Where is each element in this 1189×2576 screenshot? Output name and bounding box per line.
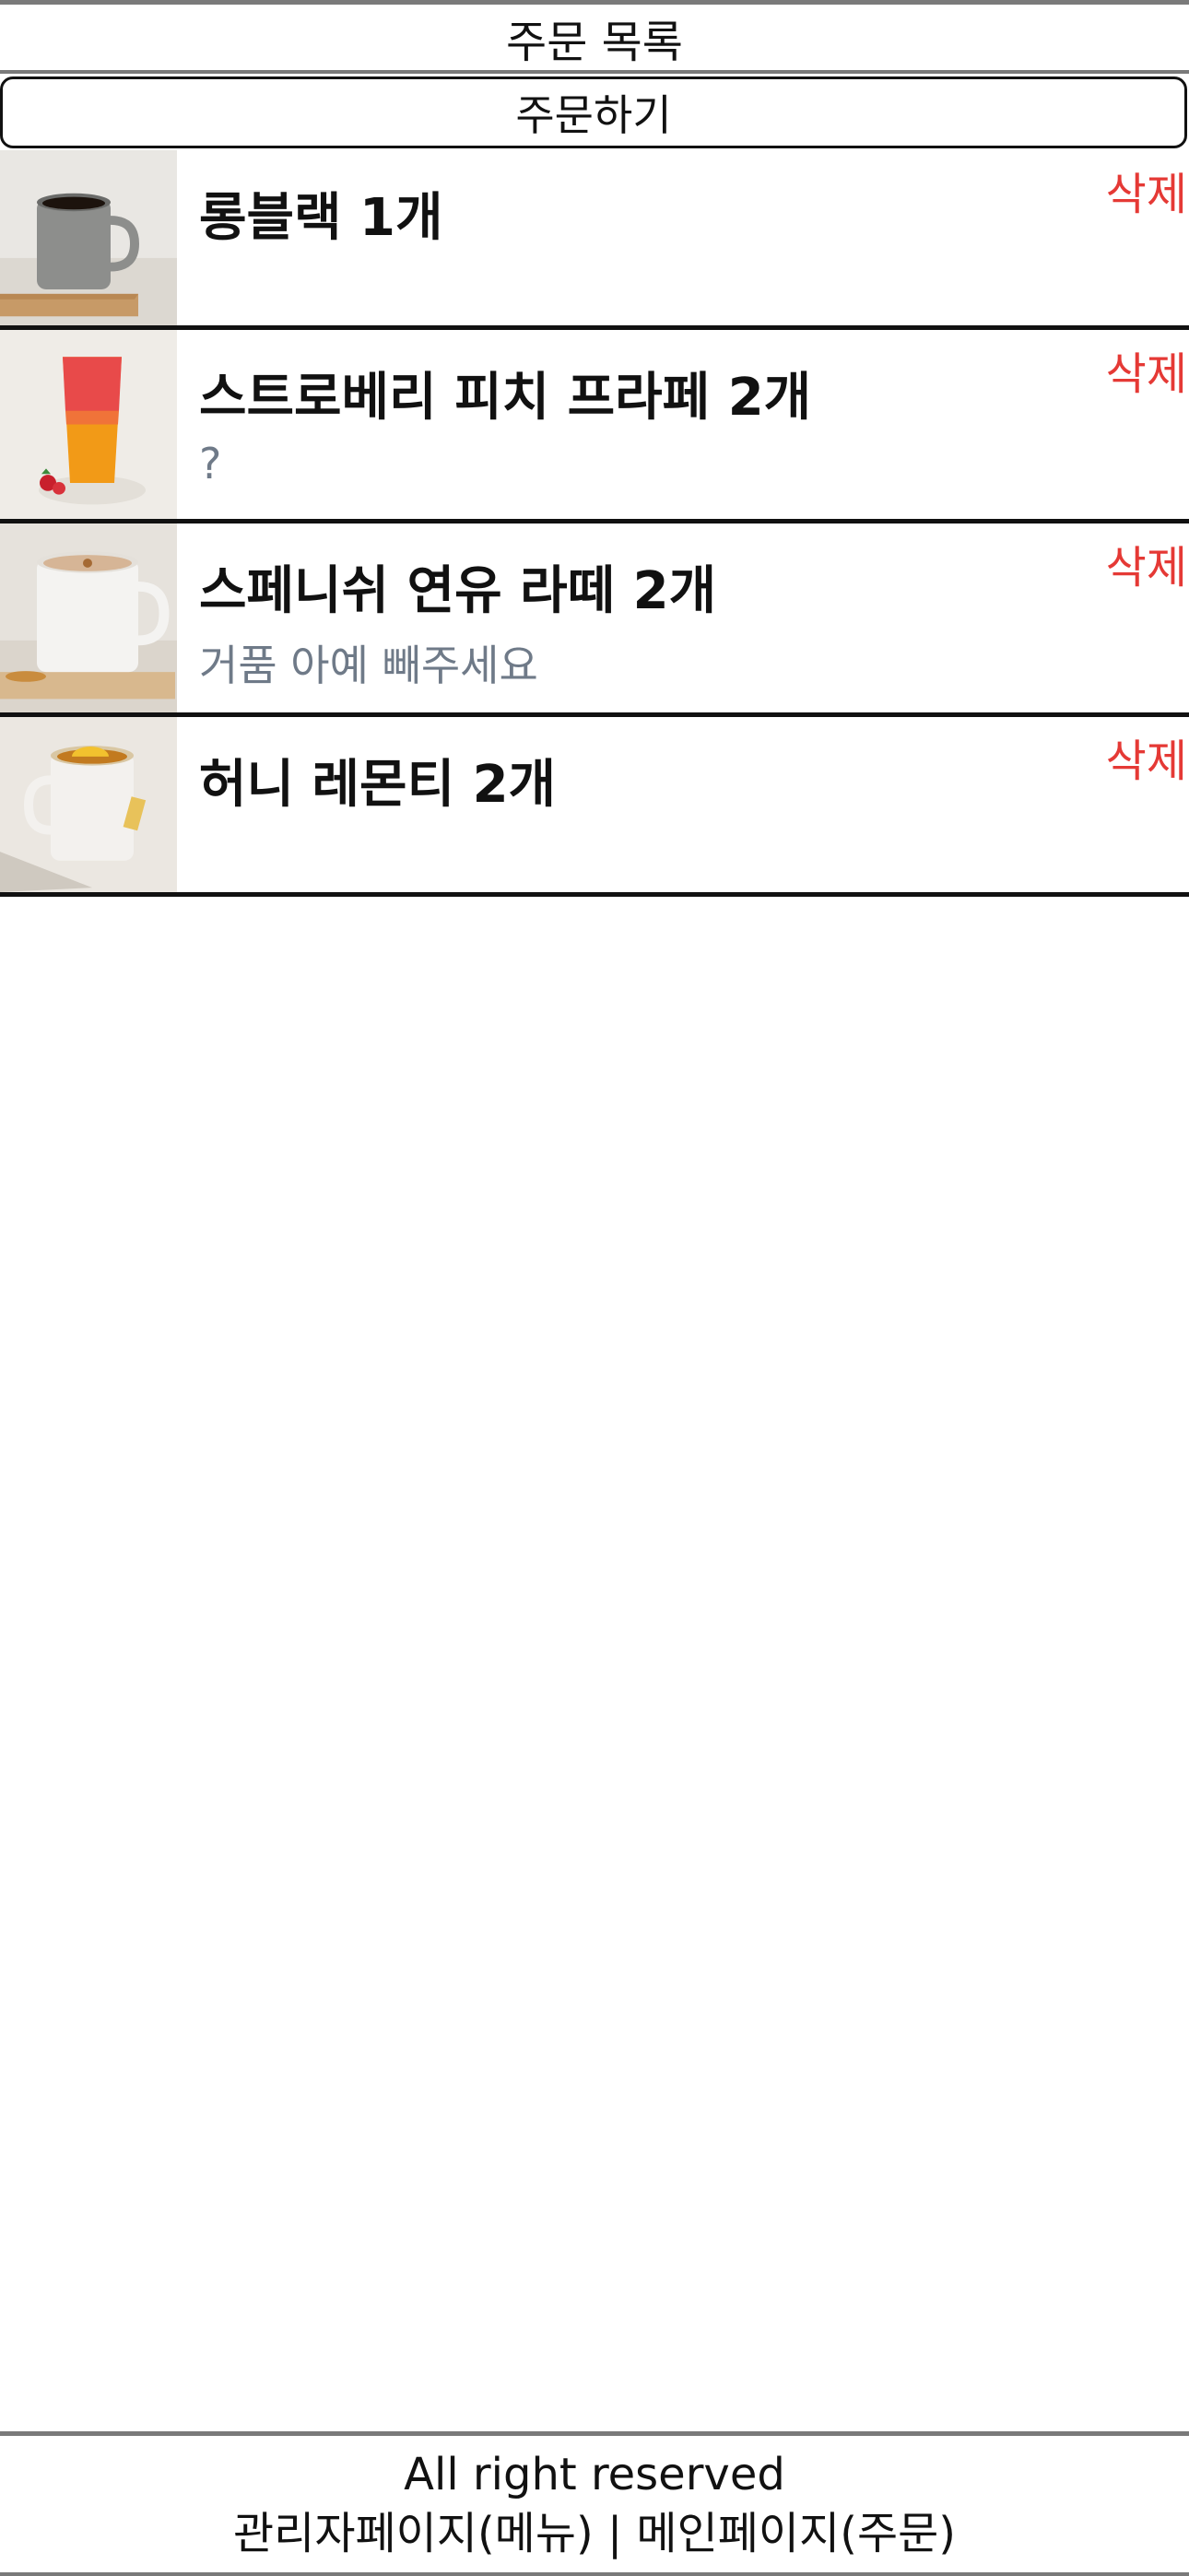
order-list-page: 주문 목록 주문하기 롱블랙 1개 삭제 스트로베리 피치 프라페 2개 ? 삭… <box>0 0 1189 2576</box>
order-item-memo: ? <box>199 439 222 488</box>
order-item-title: 허니 레몬티 2개 <box>199 755 557 815</box>
footer-links: 관리자페이지(메뉴) | 메인페이지(주문) <box>0 2504 1189 2563</box>
order-item-body: 롱블랙 1개 삭제 <box>177 150 1189 325</box>
order-item-body: 스트로베리 피치 프라페 2개 ? 삭제 <box>177 330 1189 519</box>
order-item: 스페니쉬 연유 라떼 2개 거품 아예 빼주세요 삭제 <box>0 523 1189 717</box>
order-submit-label: 주문하기 <box>515 90 672 140</box>
admin-page-link[interactable]: 관리자페이지(메뉴) <box>233 2508 594 2559</box>
delete-button[interactable]: 삭제 <box>1106 158 1187 222</box>
order-item-title: 스트로베리 피치 프라페 2개 <box>199 368 812 428</box>
delete-button[interactable]: 삭제 <box>1106 724 1187 789</box>
order-item-body: 허니 레몬티 2개 삭제 <box>177 717 1189 892</box>
copyright-text: All right reserved <box>404 2449 785 2500</box>
footer-separator: | <box>593 2508 637 2559</box>
order-item-body: 스페니쉬 연유 라떼 2개 거품 아예 빼주세요 삭제 <box>177 523 1189 712</box>
order-item-title: 롱블랙 1개 <box>199 188 443 248</box>
coffee-mug-black-icon <box>0 150 177 325</box>
order-submit-button[interactable]: 주문하기 <box>0 76 1187 148</box>
main-page-link[interactable]: 메인페이지(주문) <box>636 2508 956 2559</box>
footer: All right reserved 관리자페이지(메뉴) | 메인페이지(주문… <box>0 2431 1189 2576</box>
page-title: 주문 목록 <box>0 0 1189 74</box>
latte-mug-icon <box>0 523 177 712</box>
page-title-text: 주문 목록 <box>506 16 683 68</box>
order-item-title: 스페니쉬 연유 라떼 2개 <box>199 561 717 621</box>
order-list: 롱블랙 1개 삭제 스트로베리 피치 프라페 2개 ? 삭제 스페니쉬 연유 라… <box>0 150 1189 897</box>
tea-mug-icon <box>0 717 177 892</box>
order-item: 스트로베리 피치 프라페 2개 ? 삭제 <box>0 330 1189 523</box>
order-item-memo: 거품 아예 빼주세요 <box>199 641 538 690</box>
frappe-glass-icon <box>0 330 177 519</box>
order-item: 허니 레몬티 2개 삭제 <box>0 717 1189 897</box>
order-item: 롱블랙 1개 삭제 <box>0 150 1189 330</box>
delete-button[interactable]: 삭제 <box>1106 337 1187 402</box>
delete-button[interactable]: 삭제 <box>1106 531 1187 595</box>
